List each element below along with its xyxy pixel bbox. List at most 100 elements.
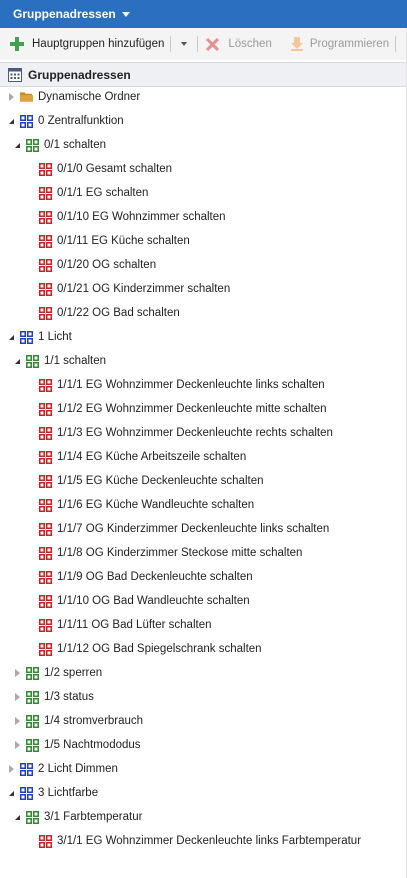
- group-address-icon: [39, 306, 52, 320]
- tree-item[interactable]: 1/3 status: [12, 685, 94, 709]
- tree-item-label: 0/1/1 EG schalten: [57, 187, 149, 199]
- group-address-icon: [39, 546, 52, 560]
- main-group-icon: [20, 330, 33, 344]
- delete-label: Löschen: [228, 38, 272, 50]
- panel-title-bar[interactable]: Gruppenadressen: [0, 0, 407, 28]
- tree-item[interactable]: 0/1/11 EG Küche schalten: [35, 229, 190, 253]
- tree-item-label: 0/1/21 OG Kinderzimmer schalten: [57, 283, 231, 295]
- toolbar-separator: [395, 36, 397, 52]
- tree-item[interactable]: Dynamische Ordner: [6, 85, 140, 109]
- add-main-groups-button[interactable]: Hauptgruppen hinzufügen: [10, 32, 164, 56]
- tree-item[interactable]: 0/1/1 EG schalten: [35, 181, 148, 205]
- tree-item[interactable]: 1/4 stromverbrauch: [12, 709, 143, 733]
- tree-item[interactable]: 1/1/5 EG Küche Deckenleuchte schalten: [35, 469, 264, 493]
- group-address-icon: [39, 498, 52, 512]
- tree-item[interactable]: 2 Licht Dimmen: [6, 757, 118, 781]
- program-button[interactable]: Programmieren: [290, 32, 389, 56]
- tree-item-label: 1/4 stromverbrauch: [44, 715, 144, 727]
- tree-item[interactable]: 0/1/0 Gesamt schalten: [35, 157, 172, 181]
- tree-item-label: 0/1/11 EG Küche schalten: [57, 235, 190, 247]
- group-address-icon: [39, 522, 52, 536]
- group-address-icon: [39, 402, 52, 416]
- tree-item-label: 1/1/8 OG Kinderzimmer Steckose mitte sch…: [57, 547, 303, 559]
- expanded-triangle-icon[interactable]: [12, 812, 22, 822]
- expanded-triangle-icon[interactable]: [12, 140, 22, 150]
- expanded-triangle-icon[interactable]: [6, 116, 16, 126]
- delete-button[interactable]: Löschen: [206, 32, 272, 56]
- tree-item-label: 1/1/5 EG Küche Deckenleuchte schalten: [57, 475, 264, 487]
- group-address-icon: [39, 162, 52, 176]
- expanded-triangle-icon[interactable]: [12, 356, 22, 366]
- group-address-icon: [39, 474, 52, 488]
- tree-item[interactable]: 0/1/20 OG schalten: [35, 253, 156, 277]
- group-address-icon: [39, 282, 52, 296]
- tree-item[interactable]: 0/1/22 OG Bad schalten: [35, 301, 180, 325]
- chevron-down-icon[interactable]: [121, 12, 130, 17]
- group-address-icon: [39, 642, 52, 656]
- tree-item-label: 1/2 sperren: [44, 667, 103, 679]
- tree-item[interactable]: 1/1/11 OG Bad Lüfter schalten: [35, 613, 212, 637]
- collapsed-triangle-icon[interactable]: [12, 692, 22, 702]
- tree-item[interactable]: 1/1/10 OG Bad Wandleuchte schalten: [35, 589, 250, 613]
- tree-item-label: 1/1/12 OG Bad Spiegelschrank schalten: [57, 643, 262, 655]
- tree-item[interactable]: 1/2 sperren: [12, 661, 102, 685]
- tree-item-label: 1/1/10 OG Bad Wandleuchte schalten: [57, 595, 250, 607]
- program-label: Programmieren: [309, 38, 390, 50]
- middle-group-icon: [26, 690, 39, 704]
- group-address-icon: [39, 426, 52, 440]
- panel-title[interactable]: Gruppenadressen: [13, 7, 116, 21]
- tree-item[interactable]: 3 Lichtfarbe: [6, 781, 98, 805]
- main-group-icon: [20, 762, 33, 776]
- tree-item-label: 0 Zentralfunktion: [38, 115, 124, 127]
- tree-item[interactable]: 1/1/7 OG Kinderzimmer Deckenleuchte link…: [35, 517, 329, 541]
- tree-item[interactable]: 3/1 Farbtemperatur: [12, 805, 142, 829]
- tree-item-label: 3/1 Farbtemperatur: [44, 811, 143, 823]
- tree-item[interactable]: 0/1/21 OG Kinderzimmer schalten: [35, 277, 230, 301]
- chevron-down-icon[interactable]: [181, 42, 188, 46]
- tree-item[interactable]: 1/1/2 EG Wohnzimmer Deckenleuchte mitte …: [35, 397, 327, 421]
- tree-item-label: 1/1/3 EG Wohnzimmer Deckenleuchte rechts…: [57, 427, 333, 439]
- expanded-triangle-icon[interactable]: [6, 332, 16, 342]
- main-group-icon: [20, 786, 33, 800]
- expanded-triangle-icon[interactable]: [6, 788, 16, 798]
- tree-item[interactable]: 1/1 schalten: [12, 349, 106, 373]
- tree-item-label: 1 Licht: [38, 331, 72, 343]
- tree-item[interactable]: 1/5 Nachtmododus: [12, 733, 141, 757]
- tree-item[interactable]: 1/1/1 EG Wohnzimmer Deckenleuchte links …: [35, 373, 325, 397]
- middle-group-icon: [26, 666, 39, 680]
- tree-item-label: 1/1/1 EG Wohnzimmer Deckenleuchte links …: [57, 379, 325, 391]
- main-group-icon: [20, 114, 33, 128]
- tree-item-label: 1/1/4 EG Küche Arbeitszeile schalten: [57, 451, 247, 463]
- group-address-icon: [39, 570, 52, 584]
- tree-item-label: 1/1/11 OG Bad Lüfter schalten: [57, 619, 212, 631]
- tree-item[interactable]: 0/1/10 EG Wohnzimmer schalten: [35, 205, 226, 229]
- tree-item[interactable]: 1/1/8 OG Kinderzimmer Steckose mitte sch…: [35, 541, 302, 565]
- tree-item-label: 1/1/9 OG Bad Deckenleuchte schalten: [57, 571, 253, 583]
- tree-item[interactable]: 1/1/9 OG Bad Deckenleuchte schalten: [35, 565, 253, 589]
- collapsed-triangle-icon[interactable]: [12, 716, 22, 726]
- tree-item-label: 1/3 status: [44, 691, 94, 703]
- panel-header-label: Gruppenadressen: [28, 67, 131, 82]
- tree-item[interactable]: 3/1/1 EG Wohnzimmer Deckenleuchte links …: [35, 829, 361, 853]
- tree-item[interactable]: 0/1 schalten: [12, 133, 106, 157]
- delete-x-icon: [206, 37, 220, 51]
- group-address-icon: [39, 210, 52, 224]
- tree-item[interactable]: 0 Zentralfunktion: [6, 109, 124, 133]
- folder-icon: [20, 91, 33, 104]
- tree-item[interactable]: 1/1/6 EG Küche Wandleuchte schalten: [35, 493, 254, 517]
- middle-group-icon: [26, 810, 39, 824]
- collapsed-triangle-icon[interactable]: [12, 740, 22, 750]
- group-address-icon: [39, 834, 52, 848]
- download-arrow-icon: [290, 37, 303, 51]
- tree-item[interactable]: 1 Licht: [6, 325, 72, 349]
- collapsed-triangle-icon[interactable]: [6, 92, 16, 102]
- tree-item[interactable]: 1/1/3 EG Wohnzimmer Deckenleuchte rechts…: [35, 421, 333, 445]
- tree-item-label: 1/1 schalten: [44, 355, 107, 367]
- collapsed-triangle-icon[interactable]: [12, 668, 22, 678]
- group-address-icon: [39, 450, 52, 464]
- add-main-groups-label: Hauptgruppen hinzufügen: [32, 38, 165, 50]
- tree-item[interactable]: 1/1/12 OG Bad Spiegelschrank schalten: [35, 637, 262, 661]
- collapsed-triangle-icon[interactable]: [6, 764, 16, 774]
- toolbar-separator: [197, 36, 199, 52]
- tree-item[interactable]: 1/1/4 EG Küche Arbeitszeile schalten: [35, 445, 246, 469]
